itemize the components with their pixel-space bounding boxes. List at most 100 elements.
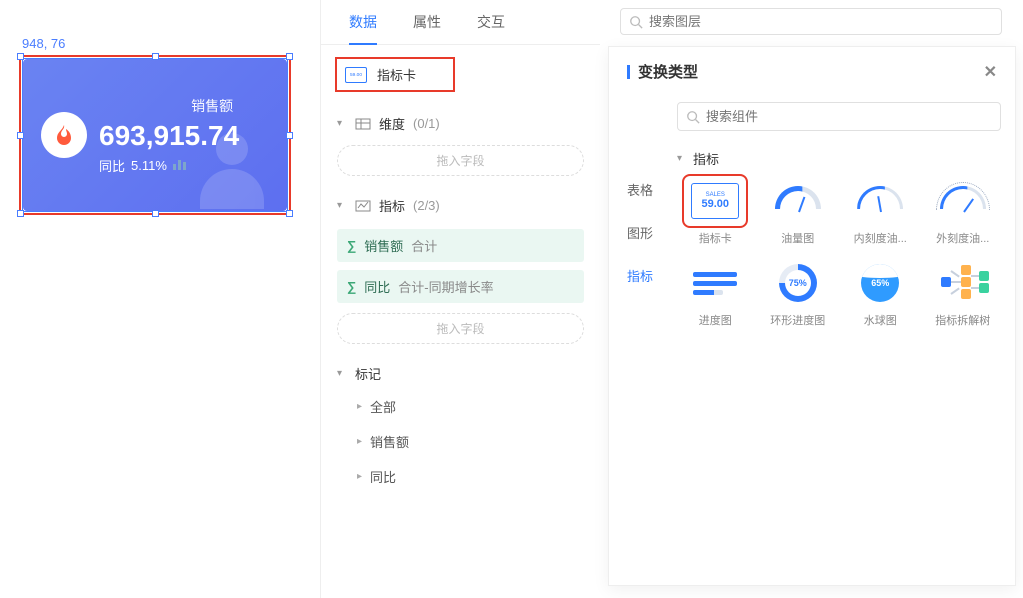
chevron-down-icon: ▾ [337,368,347,379]
outer-dial-icon [940,186,986,216]
mark-item-yoy[interactable]: ▸ 同比 [337,459,584,494]
category-table[interactable]: 表格 [609,168,671,211]
search-icon [629,15,643,29]
section-count: (0/1) [413,116,440,131]
component-label: 环形进度图 [770,312,825,328]
tab-attr[interactable]: 属性 [395,0,459,44]
section-metric: ▾ 指标 (2/3) ∑ 销售额 合计 ∑ 同比 合计-同期增长率 拖入字段 [321,180,600,348]
component-label: 油量图 [781,230,814,246]
component-label: 外刻度油... [936,230,989,246]
config-tabs: 数据 属性 交互 [321,0,600,45]
component-progress[interactable]: 进度图 [677,260,754,328]
component-label: 进度图 [699,312,732,328]
dimension-dropzone[interactable]: 拖入字段 [337,145,584,176]
component-label: 指标拆解树 [935,312,990,328]
chart-type-label: 指标卡 [377,65,416,84]
change-type-modal: 变换类型 ✕ 表格 图形 指标 ▾ 指标 SA [608,46,1016,586]
avatar-watermark [187,133,277,211]
component-label: 指标卡 [699,230,732,246]
card-title: 销售额 [191,96,233,116]
chevron-down-icon: ▾ [337,118,347,129]
group-label: 指标 [693,149,719,168]
layer-search-input[interactable] [649,14,993,29]
section-dimension: ▾ 维度 (0/1) 拖入字段 [321,98,600,180]
section-header-metric[interactable]: ▾ 指标 (2/3) [337,190,584,221]
tab-interact[interactable]: 交互 [459,0,523,44]
mark-item-all[interactable]: ▸ 全部 [337,389,584,424]
component-metric-card[interactable]: SALES 59.00 指标卡 [677,178,754,246]
field-agg: 合计 [411,236,437,255]
metric-card-selection[interactable]: 销售额 693,915.74 同比 5.11% [19,55,291,215]
chevron-down-icon: ▾ [677,153,687,164]
config-panel: 数据 属性 交互 指标卡 ▾ 维度 (0/1) 拖入字段 ▾ 指标 (2/3) … [320,0,600,598]
ring-progress-icon: 75% [779,264,817,302]
chart-type-selector[interactable]: 指标卡 [335,57,455,92]
inner-dial-icon [857,186,903,216]
field-agg: 合计-同期增长率 [398,277,493,296]
component-liquid-fill[interactable]: 65% 水球图 [842,260,919,328]
modal-title: 变换类型 [627,61,698,82]
field-name: 销售额 [364,236,403,255]
resize-handle[interactable] [152,53,159,60]
tree-icon [939,263,987,303]
resize-handle[interactable] [286,132,293,139]
resize-handle[interactable] [17,53,24,60]
component-outer-dial[interactable]: 外刻度油... [925,178,1002,246]
section-title: 标记 [355,364,381,383]
sparkline-icon [173,160,186,170]
metric-card[interactable]: 销售额 693,915.74 同比 5.11% [23,59,287,211]
mark-label: 销售额 [370,432,409,451]
sigma-icon: ∑ [347,279,356,294]
component-inner-dial[interactable]: 内刻度油... [842,178,919,246]
resize-handle[interactable] [286,210,293,217]
section-marks: ▾ 标记 ▸ 全部 ▸ 销售额 ▸ 同比 [321,348,600,498]
component-fuel-gauge[interactable]: 油量图 [760,178,837,246]
field-name: 同比 [364,277,390,296]
sigma-icon: ∑ [347,238,356,253]
layer-search-area [608,0,1016,43]
resize-handle[interactable] [286,53,293,60]
metric-icon [355,198,371,214]
progress-icon [693,272,737,295]
chevron-down-icon: ▾ [337,200,347,211]
section-header-marks[interactable]: ▾ 标记 [337,358,584,389]
dimension-icon [355,116,371,132]
mark-label: 全部 [370,397,396,416]
chevron-right-icon: ▸ [357,471,362,482]
close-button[interactable]: ✕ [984,62,997,82]
tab-data[interactable]: 数据 [331,0,395,44]
metric-card-thumb-icon: SALES 59.00 [691,183,739,219]
component-metric-tree[interactable]: 指标拆解树 [925,260,1002,328]
flame-icon [41,112,87,158]
category-list: 表格 图形 指标 [609,96,671,328]
metric-card-icon [345,67,367,83]
component-label: 水球图 [864,312,897,328]
chevron-right-icon: ▸ [357,401,362,412]
search-icon [686,110,700,124]
layer-search[interactable] [620,8,1002,35]
resize-handle[interactable] [17,210,24,217]
resize-handle[interactable] [152,210,159,217]
section-title: 维度 [379,114,405,133]
component-search-input[interactable] [706,109,992,124]
field-pill[interactable]: ∑ 同比 合计-同期增长率 [337,270,584,303]
component-label: 内刻度油... [854,230,907,246]
group-header-metric[interactable]: ▾ 指标 [677,145,1001,178]
category-shape[interactable]: 图形 [609,211,671,254]
fuel-gauge-icon [775,186,821,216]
mark-item-sales[interactable]: ▸ 销售额 [337,424,584,459]
field-pill[interactable]: ∑ 销售额 合计 [337,229,584,262]
mark-label: 同比 [370,467,396,486]
liquid-fill-icon: 65% [861,264,899,302]
component-search[interactable] [677,102,1001,131]
section-title: 指标 [379,196,405,215]
category-metric[interactable]: 指标 [609,254,671,297]
card-delta-value: 5.11% [131,158,167,173]
section-header-dimension[interactable]: ▾ 维度 (0/1) [337,108,584,139]
chevron-right-icon: ▸ [357,436,362,447]
card-delta-prefix: 同比 [99,156,125,175]
metric-dropzone[interactable]: 拖入字段 [337,313,584,344]
resize-handle[interactable] [17,132,24,139]
component-ring-progress[interactable]: 75% 环形进度图 [760,260,837,328]
section-count: (2/3) [413,198,440,213]
